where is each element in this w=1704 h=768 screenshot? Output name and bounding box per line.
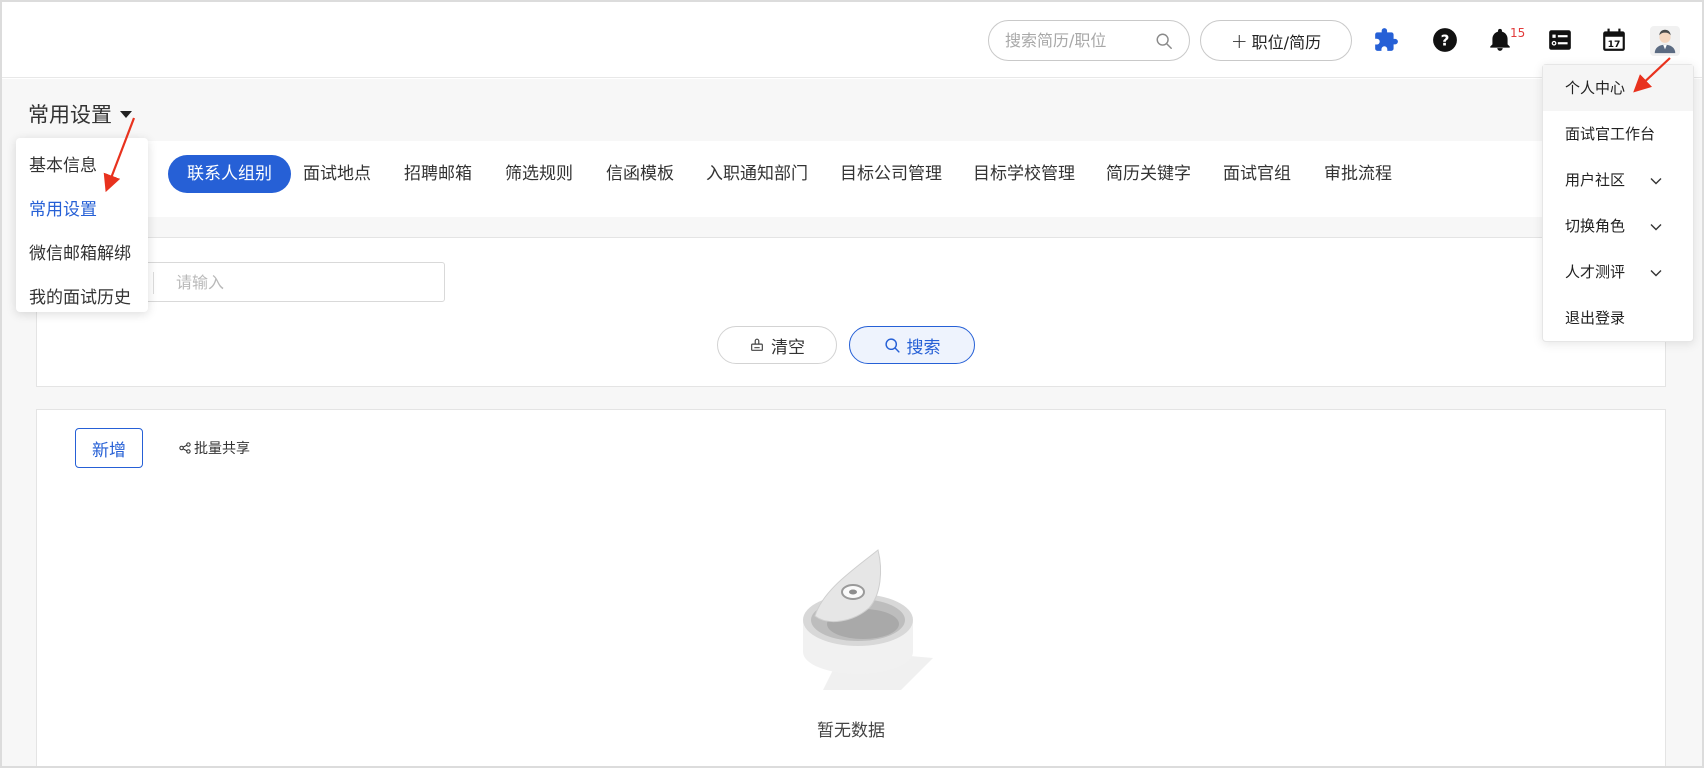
user-menu-logout[interactable]: 退出登录: [1543, 295, 1693, 341]
field-divider: [153, 272, 154, 294]
empty-can-illustration: [803, 549, 933, 690]
user-menu-label: 切换角色: [1565, 217, 1626, 235]
chevron-down-icon: [1650, 224, 1662, 231]
tab-recruit-email[interactable]: 招聘邮箱: [385, 155, 491, 193]
notification-badge: 15: [1510, 26, 1526, 40]
tab-target-school[interactable]: 目标学校管理: [954, 155, 1094, 193]
user-menu-interviewer-workbench[interactable]: 面试官工作台: [1543, 111, 1693, 157]
tab-interviewer-group[interactable]: 面试官组: [1204, 155, 1310, 193]
add-new-button[interactable]: 新增: [75, 428, 143, 468]
calendar-icon[interactable]: 17: [1600, 26, 1628, 54]
list-panel: 新增 批量共享 暂无数据: [36, 409, 1666, 766]
search-icon[interactable]: [1155, 32, 1173, 50]
user-menu-label: 个人中心: [1565, 79, 1626, 97]
tab-contact-group[interactable]: 联系人组别: [168, 155, 291, 193]
top-header: + 职位/简历 ? 15: [2, 2, 1702, 78]
tab-approval-flow[interactable]: 审批流程: [1305, 155, 1411, 193]
search-label: 搜索: [906, 337, 941, 358]
settings-section-menu: 基本信息 常用设置 微信邮箱解绑 我的面试历史: [16, 138, 148, 312]
avatar-icon: [1654, 29, 1676, 54]
add-position-resume-button[interactable]: + 职位/简历: [1200, 20, 1352, 61]
help-icon[interactable]: ?: [1431, 26, 1459, 54]
user-menu-community[interactable]: 用户社区: [1543, 157, 1693, 203]
empty-state-text: 暂无数据: [817, 721, 885, 741]
user-menu-switch-role[interactable]: 切换角色: [1543, 203, 1693, 249]
menu-item-interview-history[interactable]: 我的面试历史: [16, 276, 148, 320]
svg-text:?: ?: [1441, 31, 1450, 49]
tab-onboarding-department[interactable]: 入职通知部门: [687, 155, 827, 193]
eraser-icon: [751, 338, 763, 351]
filter-panel: 清空 搜索: [36, 237, 1666, 387]
share-icon: [179, 442, 191, 454]
settings-section-dropdown[interactable]: 常用设置: [28, 99, 132, 129]
calendar-day: 17: [1608, 39, 1621, 50]
menu-item-common-settings[interactable]: 常用设置: [16, 188, 148, 232]
user-menu-personal-center[interactable]: 个人中心: [1543, 65, 1693, 111]
batch-share-button[interactable]: 批量共享: [179, 438, 250, 458]
tab-target-company[interactable]: 目标公司管理: [821, 155, 961, 193]
main-content: 常用设置 人 联系人组别 面试地点 招聘邮箱 筛选规则 信函模板 入职通知部门 …: [2, 79, 1702, 766]
search-button[interactable]: 搜索: [849, 326, 975, 364]
filter-input[interactable]: [176, 271, 416, 293]
tab-interview-location[interactable]: 面试地点: [284, 155, 390, 193]
menu-item-basic-info[interactable]: 基本信息: [16, 144, 148, 188]
add-position-resume-label: 职位/简历: [1251, 32, 1322, 52]
checklist-icon[interactable]: [1546, 26, 1574, 54]
global-search-input[interactable]: [1005, 31, 1155, 50]
avatar[interactable]: [1650, 26, 1680, 56]
chevron-down-icon: [1650, 270, 1662, 277]
tab-filter-rules[interactable]: 筛选规则: [486, 155, 592, 193]
user-menu-label: 面试官工作台: [1565, 125, 1656, 143]
user-menu: 个人中心 面试官工作台 用户社区 切换角色 人才测评 退出登录: [1542, 64, 1694, 342]
menu-item-wechat-email-unbind[interactable]: 微信邮箱解绑: [16, 232, 148, 276]
user-menu-label: 用户社区: [1565, 171, 1626, 189]
plus-icon: +: [1230, 28, 1248, 53]
user-menu-talent-assessment[interactable]: 人才测评: [1543, 249, 1693, 295]
user-menu-label: 退出登录: [1565, 309, 1626, 327]
tab-resume-keywords[interactable]: 简历关键字: [1087, 155, 1210, 193]
app-window: + 职位/简历 ? 15: [0, 0, 1704, 768]
search-icon: [884, 337, 900, 353]
clear-label: 清空: [771, 337, 805, 358]
caret-down-icon: [120, 110, 132, 118]
global-search[interactable]: [988, 20, 1190, 61]
user-menu-label: 人才测评: [1565, 263, 1626, 281]
batch-share-label: 批量共享: [194, 441, 250, 457]
clear-button[interactable]: 清空: [717, 326, 837, 364]
tab-letter-template[interactable]: 信函模板: [587, 155, 693, 193]
page-title: 常用设置: [28, 103, 112, 127]
puzzle-icon[interactable]: [1372, 26, 1400, 54]
settings-tabs: 人 联系人组别 面试地点 招聘邮箱 筛选规则 信函模板 入职通知部门 目标公司管…: [36, 141, 1666, 217]
chevron-down-icon: [1650, 178, 1662, 185]
